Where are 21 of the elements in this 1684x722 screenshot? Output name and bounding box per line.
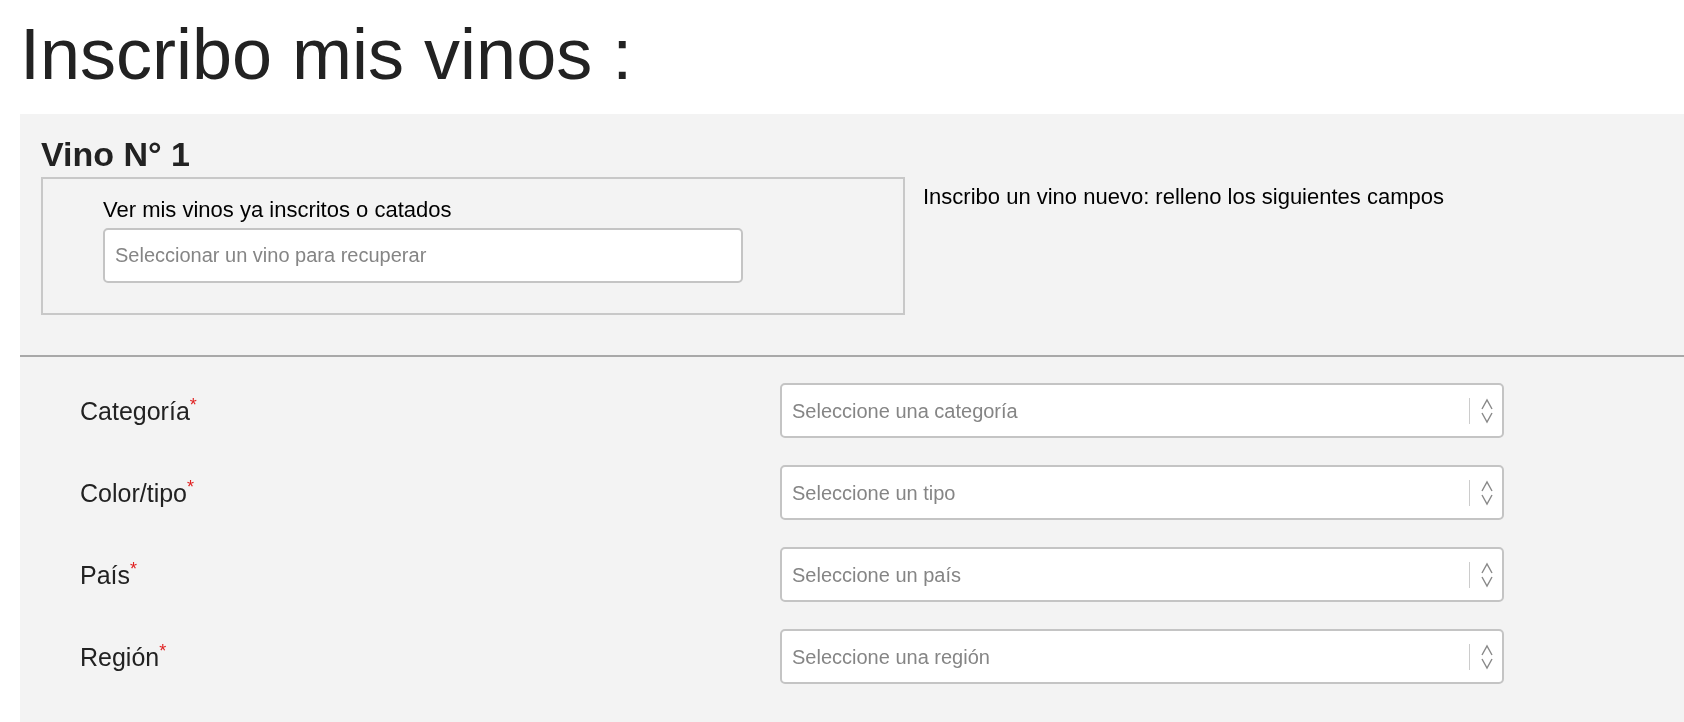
field-label: País — [80, 559, 131, 590]
page-title: Inscribo mis vinos : — [20, 13, 633, 96]
wine-search-field[interactable]: Seleccionar un vino para recuperar — [103, 228, 743, 283]
new-wine-note: Inscribo un vino nuevo: relleno los siguientes campos — [922, 183, 1444, 211]
updown-chevron-icon — [1480, 397, 1494, 424]
updown-chevron-icon — [1480, 561, 1494, 588]
required-mark: * — [187, 477, 194, 496]
field-label: Categoría — [80, 395, 190, 426]
updown-chevron-icon — [1480, 643, 1494, 670]
lookup-label: Ver mis vinos ya inscritos o catados — [103, 197, 452, 223]
required-mark: * — [159, 641, 167, 660]
wine-heading: Vino N° 1 — [41, 136, 190, 172]
select-field[interactable]: Seleccione un tipo — [780, 465, 1504, 520]
required-mark: * — [189, 395, 197, 414]
required-mark: * — [130, 559, 138, 578]
select-field[interactable]: Seleccione un país — [780, 547, 1504, 602]
select-field[interactable]: Seleccione una región — [780, 629, 1504, 684]
select-field[interactable]: Seleccione una categoría — [780, 383, 1504, 438]
field-label: Color/tipo — [80, 477, 187, 508]
field-label: Región — [80, 641, 160, 672]
updown-chevron-icon — [1480, 479, 1494, 506]
